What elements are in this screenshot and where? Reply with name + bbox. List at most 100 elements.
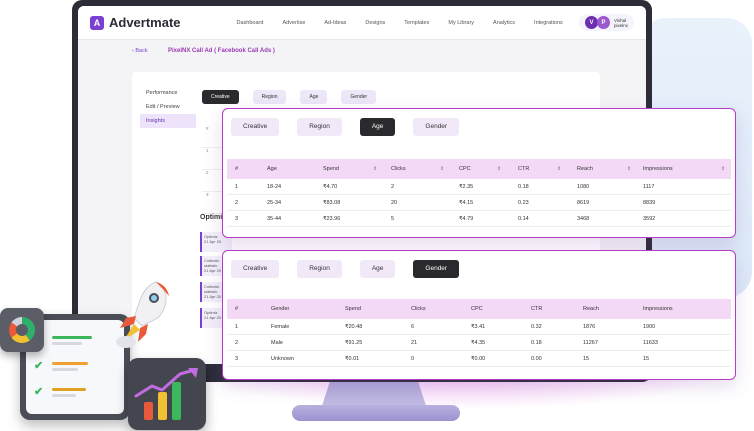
table-row: 1 18-24 ₹4.70 2 ₹2.35 0.18 1080 1117: [227, 179, 731, 195]
cell: 11633: [643, 340, 658, 346]
checklist-line: [52, 336, 92, 339]
col-header[interactable]: Gender: [271, 299, 289, 319]
sort-icon[interactable]: ⇕: [373, 159, 377, 179]
nav-ad-ideas[interactable]: Ad-Ideas: [324, 20, 346, 26]
age-table: # Age Spend ⇕ Clicks ⇕ CPC ⇕ CTR ⇕ Reach…: [227, 159, 731, 227]
bg-tab-age[interactable]: Age: [300, 90, 328, 104]
sort-icon[interactable]: ⇕: [721, 159, 725, 179]
bg-tab-creative[interactable]: Creative: [202, 90, 239, 104]
cell: 3468: [577, 216, 590, 222]
cell: 3: [235, 356, 239, 362]
col-header[interactable]: Spend: [345, 299, 361, 319]
cell: Female: [271, 324, 290, 330]
age-card-tabs: Creative Region Age Gender: [231, 118, 460, 136]
cell: 2: [235, 340, 239, 346]
table-row: 3 35-44 ₹23.96 5 ₹4.79 0.14 3468 3592: [227, 211, 731, 227]
col-header[interactable]: Clicks: [411, 299, 426, 319]
cell: ₹23.96: [323, 216, 341, 222]
col-header[interactable]: Clicks: [391, 159, 406, 179]
checklist-line: [52, 388, 86, 391]
table-row: 2 Male ₹91.25 21 ₹4.35 0.18 11267 11633: [227, 335, 731, 351]
logo-icon: A: [90, 15, 104, 30]
bg-opt-card-title: Collectin staitstic: [204, 284, 220, 294]
nav-advertise[interactable]: Advertise: [282, 20, 305, 26]
col-header[interactable]: CPC: [459, 159, 471, 179]
logo[interactable]: A Advertmate: [90, 15, 181, 30]
nav-integrations[interactable]: Integrations: [534, 20, 563, 26]
cell: ₹4.79: [459, 216, 474, 222]
user-menu[interactable]: V P Vishal pixelnx: [578, 14, 634, 31]
cell: ₹83.08: [323, 200, 341, 206]
cell: 0.18: [518, 184, 529, 190]
page-title: PixelNX Call Ad ( Facebook Call Ads ): [168, 48, 275, 54]
gauge-icon: [0, 308, 44, 352]
nav-dashboard[interactable]: Dashboard: [237, 20, 264, 26]
sort-icon[interactable]: ⇕: [557, 159, 561, 179]
cell: ₹0.01: [345, 356, 360, 362]
cell: 0.18: [531, 340, 542, 346]
logo-text: Advertmate: [109, 15, 181, 30]
col-header[interactable]: CPC: [471, 299, 483, 319]
col-header[interactable]: Age: [267, 159, 277, 179]
col-header[interactable]: Reach: [583, 299, 599, 319]
tab-age[interactable]: Age: [359, 260, 396, 278]
bg-opt-card-date: 21 Apr 20: [204, 239, 222, 244]
sort-icon[interactable]: ⇕: [497, 159, 501, 179]
bg-opt-card-date: 21 Apr 20: [204, 268, 222, 273]
gauge-dial: [9, 317, 35, 343]
col-header[interactable]: Spend: [323, 159, 339, 179]
cell: ₹4.35: [471, 340, 486, 346]
tab-region[interactable]: Region: [297, 118, 342, 136]
col-header[interactable]: CTR: [531, 299, 542, 319]
tab-gender[interactable]: Gender: [413, 118, 460, 136]
user-sub: pixelnx: [613, 22, 628, 28]
tab-age[interactable]: Age: [359, 118, 396, 136]
nav-analytics[interactable]: Analytics: [493, 20, 515, 26]
back-link[interactable]: ‹ Back: [132, 48, 148, 54]
cell: 35-44: [267, 216, 282, 222]
sort-icon[interactable]: ⇕: [440, 159, 444, 179]
avatar-secondary: P: [596, 16, 610, 29]
nav-designs[interactable]: Designs: [365, 20, 385, 26]
cell: 2: [391, 184, 395, 190]
col-header[interactable]: CTR: [518, 159, 529, 179]
tab-region[interactable]: Region: [297, 260, 342, 278]
cell: 1080: [577, 184, 590, 190]
cell: 15: [583, 356, 590, 362]
cell: 3: [235, 216, 239, 222]
monitor-base: [292, 405, 460, 421]
tab-creative[interactable]: Creative: [231, 260, 280, 278]
table-row: 1 Female ₹20.48 6 ₹3.41 0.32 1876 1900: [227, 319, 731, 335]
sort-icon[interactable]: ⇕: [627, 159, 631, 179]
bg-tab-region[interactable]: Region: [252, 90, 287, 104]
cell: 21: [411, 340, 418, 346]
cell: ₹91.25: [345, 340, 363, 346]
col-header: #: [235, 166, 239, 172]
col-header: #: [235, 306, 239, 312]
sidebar-item-performance[interactable]: Performance: [140, 86, 196, 100]
cell: ₹4.70: [323, 184, 338, 190]
bg-tab-gender[interactable]: Gender: [341, 90, 377, 104]
col-header[interactable]: Impressions: [643, 159, 673, 179]
cell: 6: [411, 324, 415, 330]
nav-my-library[interactable]: My Library: [448, 20, 474, 26]
checklist-line: [52, 342, 82, 345]
col-header[interactable]: Impressions: [643, 299, 673, 319]
bar-chart-icon: [128, 358, 206, 430]
checklist-line: [52, 368, 78, 371]
tab-creative[interactable]: Creative: [231, 118, 280, 136]
sidebar-item-insights[interactable]: Insights: [140, 114, 196, 128]
tab-gender[interactable]: Gender: [413, 260, 460, 278]
col-header[interactable]: Reach: [577, 159, 593, 179]
cell: 5: [391, 216, 395, 222]
cell: ₹20.48: [345, 324, 363, 330]
table-header: # Age Spend ⇕ Clicks ⇕ CPC ⇕ CTR ⇕ Reach…: [227, 159, 731, 179]
cell: ₹0.00: [471, 356, 486, 362]
cell: 1900: [643, 324, 656, 330]
nav-templates[interactable]: Templates: [404, 20, 429, 26]
back-label: Back: [135, 48, 148, 54]
gender-insights-card: Creative Region Age Gender # Gender Spen…: [222, 250, 736, 380]
gender-card-tabs: Creative Region Age Gender: [231, 260, 460, 278]
bg-opt-card-date: 21 Apr 20: [204, 315, 222, 320]
sidebar-item-edit-preview[interactable]: Edit / Preview: [140, 100, 196, 114]
